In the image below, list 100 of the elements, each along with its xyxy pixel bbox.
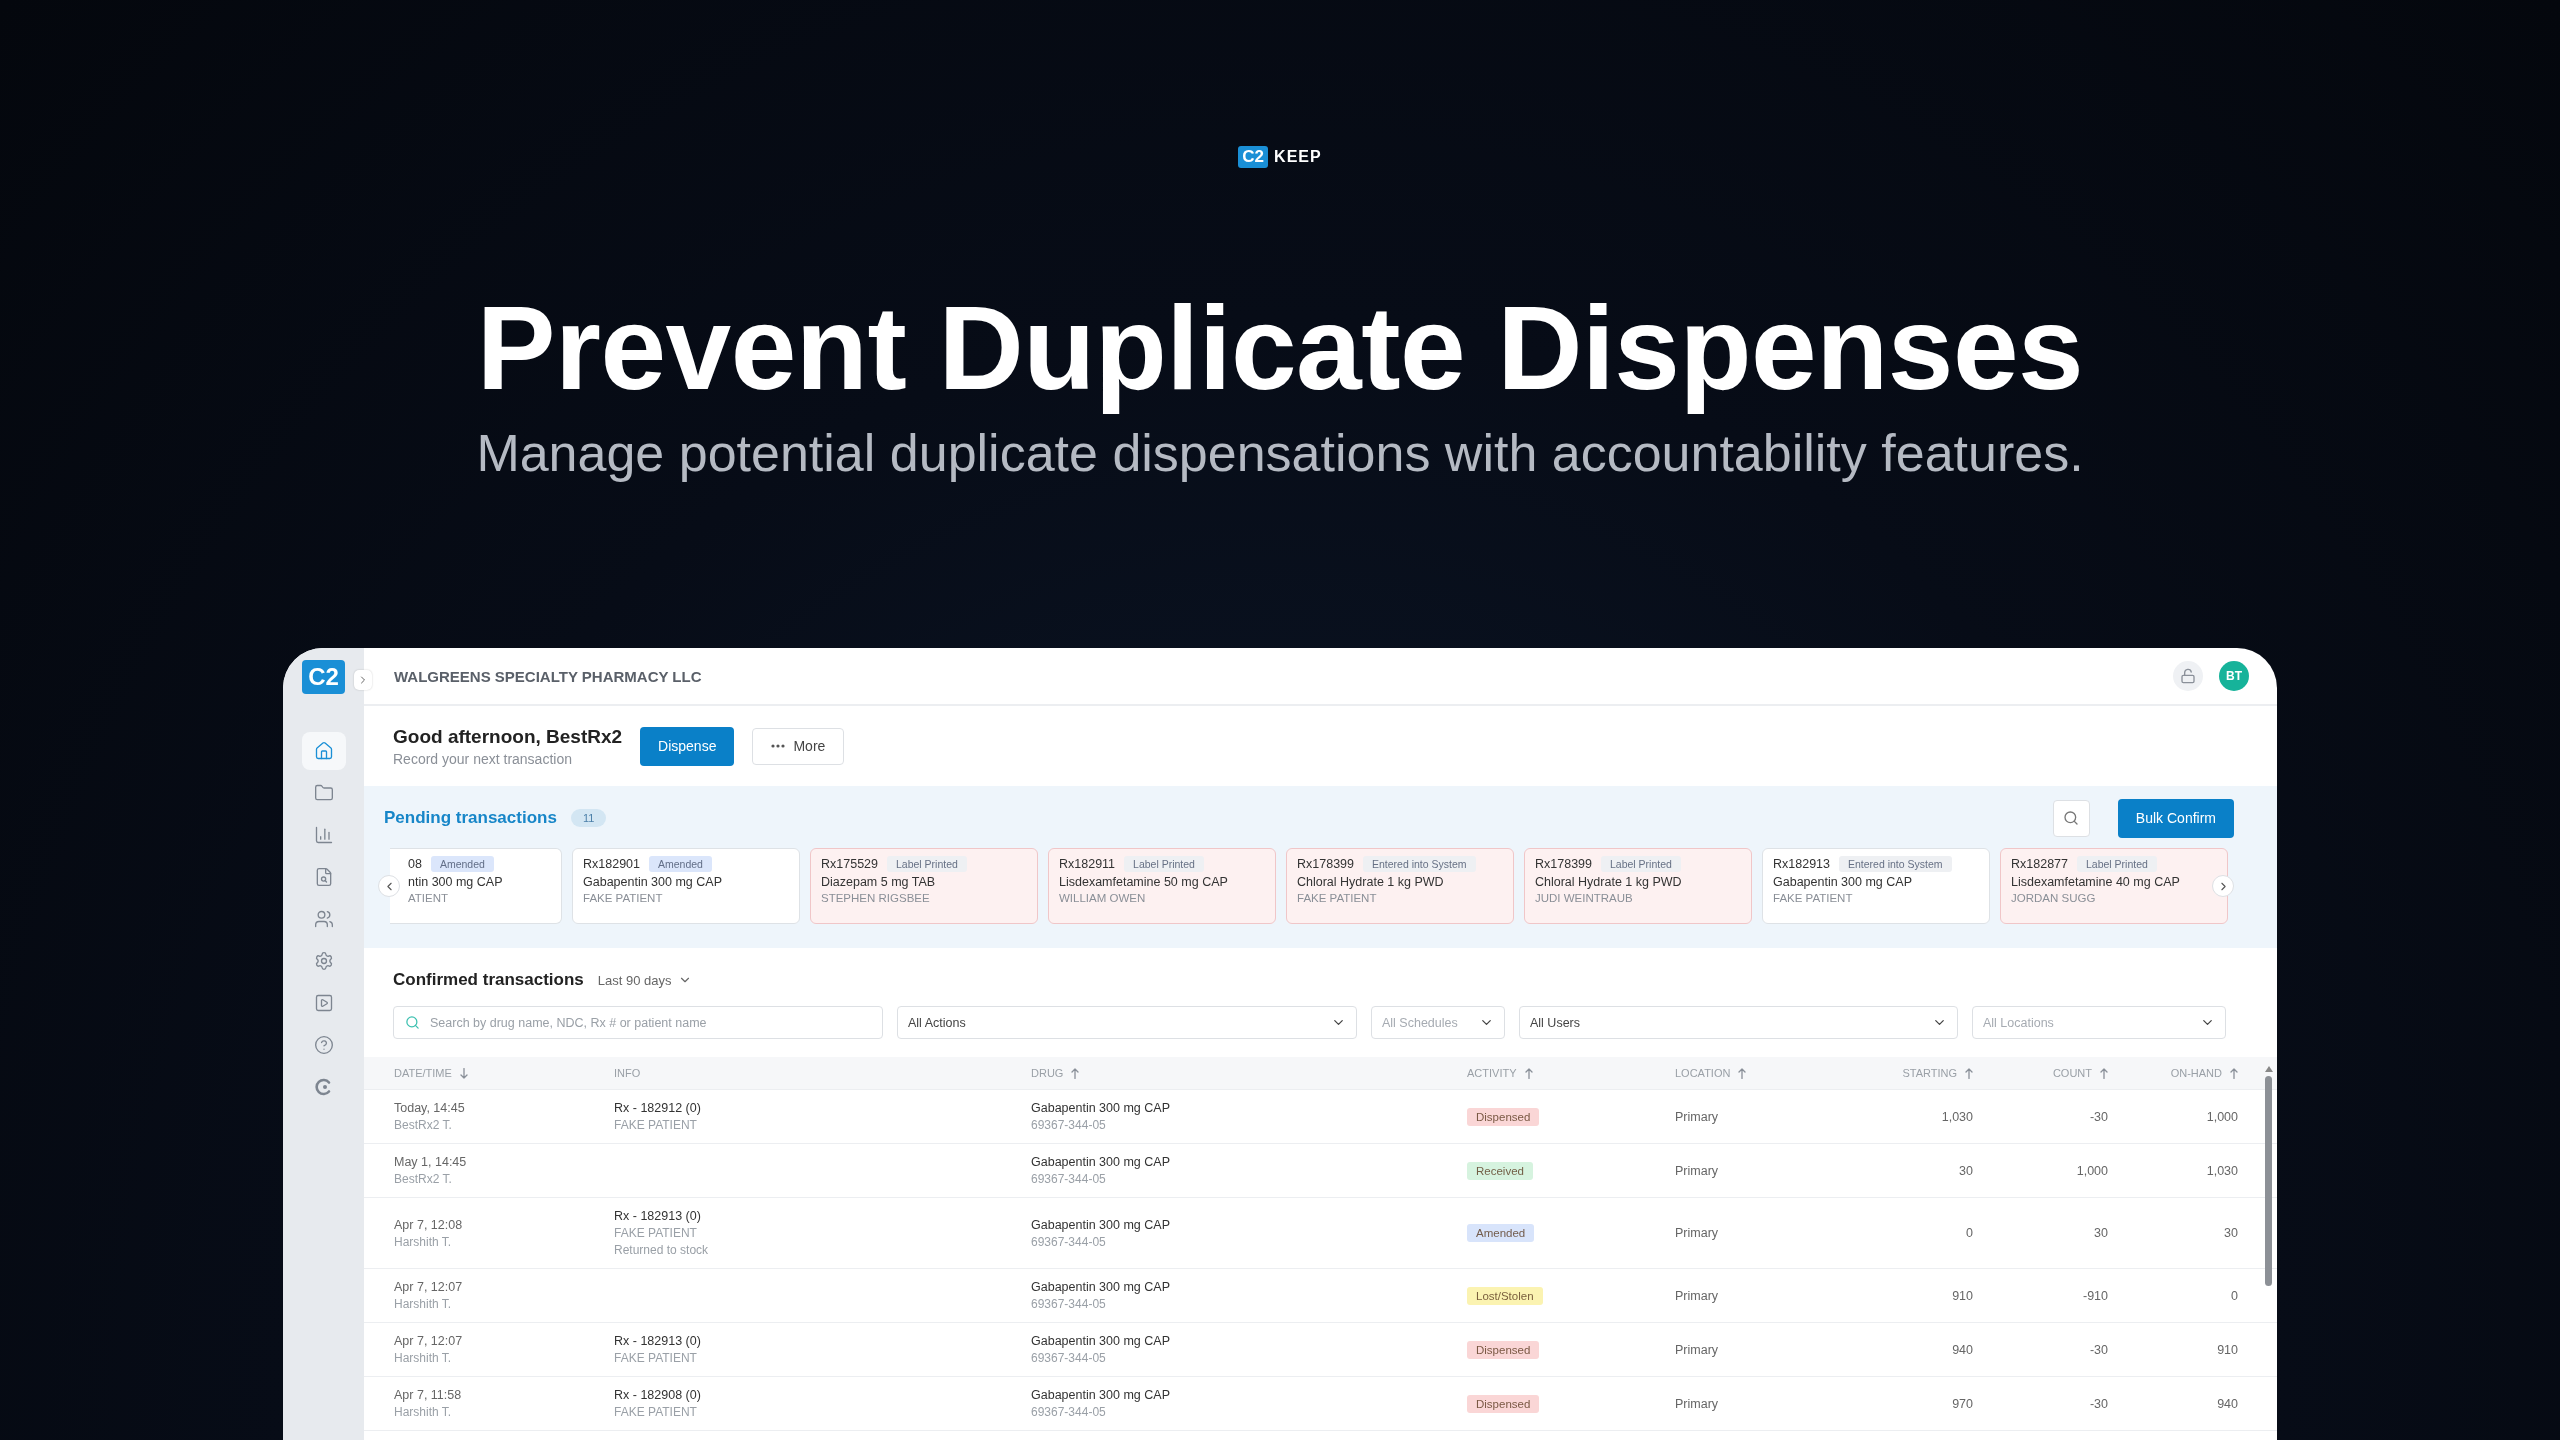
expand-button[interactable]	[354, 670, 372, 691]
drug-name: Chloral Hydrate 1 kg PWD	[1297, 875, 1445, 890]
search-button[interactable]	[2052, 799, 2090, 837]
user-avatar[interactable]: BT	[2219, 661, 2249, 692]
table-cell: 69367-344-05	[1031, 1405, 1106, 1420]
drug-name: Gabapentin 300 mg CAP	[1773, 875, 1913, 890]
status-badge: Label Printed	[887, 856, 967, 873]
table-cell: -30	[2089, 1109, 2108, 1124]
patient-name: FAKE PATIENT	[583, 892, 664, 905]
rx-number: Rx178399	[1535, 857, 1592, 872]
activity-badge: Amended	[1467, 1224, 1535, 1243]
table-cell: 1,000	[2076, 1163, 2108, 1178]
rx-number: Rx175529	[821, 857, 878, 872]
activity-badge: Dispensed	[1467, 1394, 1540, 1413]
column-header[interactable]: INFO	[614, 1067, 1031, 1080]
patient-name: WILLIAM OWEN	[1059, 892, 1147, 905]
rx-number: Rx178399	[1297, 857, 1354, 872]
table-cell: Harshith T.	[394, 1234, 452, 1249]
table-cell: Primary	[1675, 1288, 1719, 1303]
column-header[interactable]: DRUG	[1031, 1067, 1467, 1080]
table-cell: Rx - 182908 (0)	[614, 1388, 701, 1403]
rx-number: Rx182913	[1773, 857, 1830, 872]
previous-button[interactable]	[378, 875, 400, 898]
activity-badge: Lost/Stolen	[1467, 1286, 1543, 1305]
greeting-subtitle: Record your next transaction	[393, 750, 573, 767]
table-cell: Rx - 182913 (0)	[614, 1209, 701, 1224]
sidebar-item[interactable]	[301, 732, 346, 771]
scroll-up-icon[interactable]	[2264, 1066, 2273, 1073]
rx-number: Rx182877	[2011, 857, 2068, 872]
filter-dropdown[interactable]: All Locations	[1972, 1006, 2226, 1040]
bulk-confirm-button[interactable]: Bulk Confirm	[2117, 798, 2234, 838]
table-cell: 30	[2094, 1226, 2108, 1241]
column-header[interactable]: LOCATION	[1675, 1067, 1830, 1080]
play-icon	[313, 993, 334, 1014]
date-range-dropdown[interactable]: Last 90 days	[597, 972, 692, 988]
transaction-card[interactable]: Rx182911 Label Printed Lisdexamfetamine 50 mg CAP WILLIAM OWEN	[1048, 848, 1276, 925]
sort-up-icon	[1071, 1067, 1080, 1079]
status-badge: Label Printed	[1124, 856, 1204, 873]
table-cell: 69367-344-05	[1031, 1234, 1106, 1249]
table-cell: -30	[2089, 1396, 2108, 1411]
lock-button[interactable]	[2173, 661, 2203, 692]
table-cell: Primary	[1675, 1163, 1719, 1178]
sort-up-icon	[2230, 1067, 2238, 1079]
home-icon	[313, 741, 334, 762]
column-header[interactable]: STARTING	[1830, 1067, 1973, 1080]
drug-name: Gabapentin 300 mg CAP	[583, 875, 723, 890]
transaction-card[interactable]: Rx182913 Entered into System Gabapentin 300 mg CAP FAKE PATIENT	[1762, 848, 1990, 925]
table-cell: Harshith T.	[394, 1351, 452, 1366]
more-icon	[771, 744, 786, 749]
filter-dropdown[interactable]: All Users	[1519, 1006, 1958, 1040]
table-cell: 970	[1952, 1396, 1973, 1411]
table-cell: Primary	[1675, 1342, 1719, 1357]
status-badge: Entered into System	[1839, 856, 1952, 873]
table-cell: FAKE PATIENT	[614, 1226, 697, 1241]
table-cell: Returned to stock	[614, 1243, 709, 1258]
table-cell: FAKE PATIENT	[614, 1351, 697, 1366]
sort-up-icon	[1524, 1067, 1533, 1079]
more-button[interactable]: More	[752, 727, 845, 765]
column-header[interactable]: DATE/TIME	[394, 1067, 614, 1080]
transaction-card[interactable]: Rx182901 Amended Gabapentin 300 mg CAP FAKE PATIENT	[572, 848, 800, 925]
status-badge: Entered into System	[1363, 856, 1476, 873]
table-cell: Gabapentin 300 mg CAP	[1031, 1101, 1170, 1116]
column-header[interactable]: COUNT	[1973, 1067, 2108, 1080]
patient-name: FAKE PATIENT	[1773, 892, 1854, 905]
transaction-card[interactable]: Rx178399 Entered into System Chloral Hydrate 1 kg PWD FAKE PATIENT	[1286, 848, 1514, 925]
transaction-card[interactable]: Rx175529 Label Printed Diazepam 5 mg TAB STEPHEN RIGSBEE	[810, 848, 1038, 925]
bar-chart-icon	[313, 825, 334, 846]
table-cell: 69367-344-05	[1031, 1118, 1106, 1133]
patient-name: JORDAN SUGG	[2011, 892, 2097, 905]
table-cell: Gabapentin 300 mg CAP	[1031, 1280, 1170, 1295]
table-cell: Rx - 182913 (0)	[614, 1334, 701, 1349]
activity-badge: Dispensed	[1467, 1340, 1540, 1359]
scrollbar-thumb[interactable]	[2265, 1076, 2272, 1287]
table-cell: Apr 7, 11:58	[394, 1388, 462, 1403]
transaction-card[interactable]: 08 Amended ntin 300 mg CAP ATIENT	[390, 848, 562, 925]
table-cell: 0	[2231, 1288, 2238, 1303]
next-button[interactable]	[2212, 875, 2234, 898]
table-cell: Today, 14:45	[394, 1101, 465, 1116]
column-header[interactable]: ACTIVITY	[1467, 1067, 1675, 1080]
search-field[interactable]: Search by drug name, NDC, Rx # or patient name	[393, 1006, 883, 1040]
app-logo: C2	[302, 660, 345, 695]
table-cell: 0	[1966, 1226, 1973, 1241]
table-cell: Apr 7, 12:07	[394, 1334, 463, 1349]
filter-dropdown[interactable]: All Actions	[897, 1006, 1357, 1040]
table-cell: Harshith T.	[394, 1297, 452, 1312]
transaction-card[interactable]: Rx182877 Label Printed Lisdexamfetamine 40 mg CAP JORDAN SUGG	[2000, 848, 2228, 925]
column-header[interactable]: ON-HAND	[2108, 1067, 2238, 1080]
filter-dropdown[interactable]: All Schedules	[1371, 1006, 1505, 1040]
table-cell: 1,000	[2206, 1109, 2238, 1124]
table-cell: -30	[2089, 1342, 2108, 1357]
transaction-card[interactable]: Rx178399 Label Printed Chloral Hydrate 1 kg PWD JUDI WEINTRAUB	[1524, 848, 1752, 925]
table-cell: Gabapentin 300 mg CAP	[1031, 1217, 1170, 1232]
rx-number: Rx182911	[1059, 857, 1116, 872]
dispense-button[interactable]: Dispense	[640, 726, 735, 766]
patient-name: JUDI WEINTRAUB	[1535, 892, 1634, 905]
drug-name: Lisdexamfetamine 40 mg CAP	[2011, 875, 2181, 890]
table-cell: BestRx2 T.	[394, 1118, 452, 1133]
rx-number: 08	[408, 857, 422, 872]
sort-up-icon	[1738, 1067, 1747, 1079]
rx-number: Rx182901	[583, 857, 640, 872]
